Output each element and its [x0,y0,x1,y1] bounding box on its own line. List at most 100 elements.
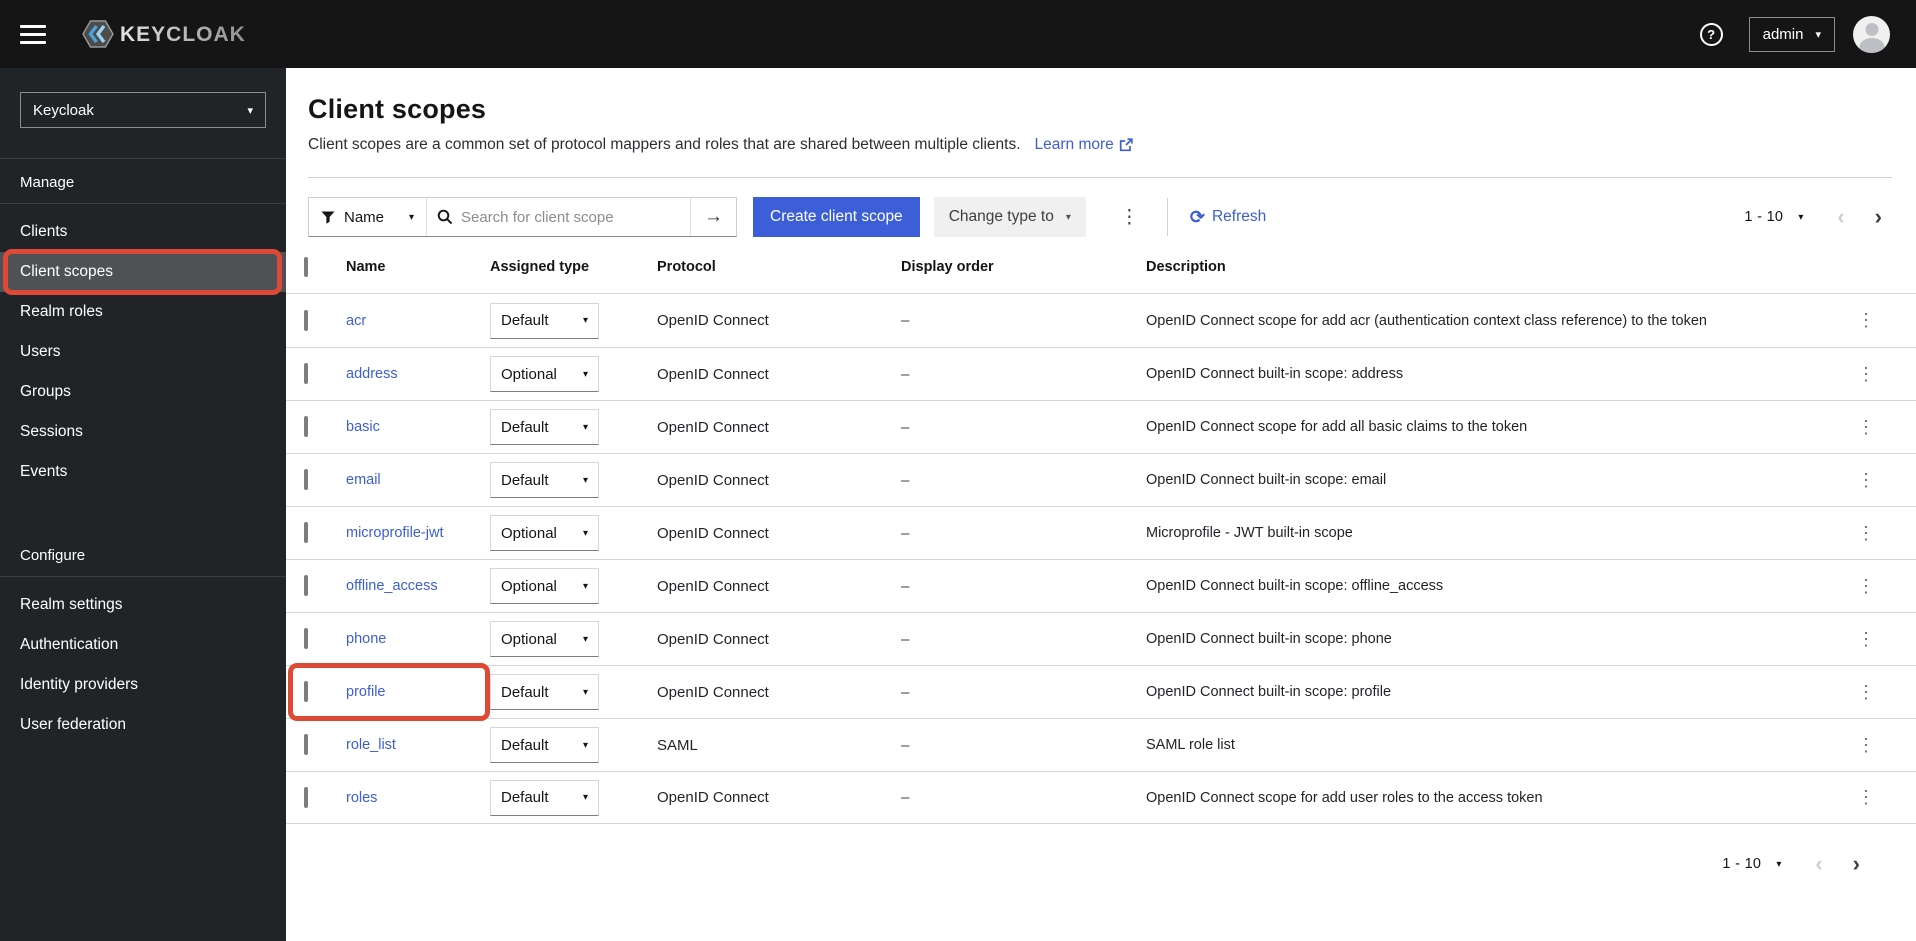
row-kebab-button[interactable]: ⋮ [1849,310,1883,331]
assigned-type-select[interactable]: Default ▾ [490,462,599,498]
sidebar-item-authentication[interactable]: Authentication [0,625,286,665]
row-checkbox[interactable] [304,309,308,331]
chevron-down-icon: ▾ [582,527,588,539]
scope-name-link[interactable]: roles [346,790,377,806]
column-header-protocol: Protocol [657,259,716,275]
row-checkbox[interactable] [304,416,308,437]
row-checkbox[interactable] [304,681,308,702]
assigned-type-select[interactable]: Optional ▾ [490,621,599,657]
avatar[interactable] [1853,15,1890,53]
sidebar: Keycloak ▾ Manage Clients Client scopes … [0,68,286,941]
scope-name-link[interactable]: email [346,472,381,488]
display-order-cell: – [901,365,910,383]
sidebar-item-groups[interactable]: Groups [0,372,286,412]
sidebar-item-clients[interactable]: Clients [0,212,286,252]
search-submit-button[interactable]: → [690,198,736,236]
row-checkbox[interactable] [304,522,308,543]
row-checkbox[interactable] [304,786,308,808]
sidebar-item-realm-roles[interactable]: Realm roles [0,292,286,332]
refresh-button[interactable]: ⟳ Refresh [1190,208,1266,226]
protocol-cell: OpenID Connect [657,577,769,595]
table-row: email Default ▾ OpenID Connect – OpenID C… [286,453,1916,506]
protocol-cell: OpenID Connect [657,630,769,648]
assigned-type-select[interactable]: Default ▾ [490,409,599,445]
assigned-type-select[interactable]: Default ▾ [490,779,599,816]
assigned-type-select[interactable]: Optional ▾ [490,515,599,551]
row-checkbox[interactable] [304,363,308,384]
protocol-cell: OpenID Connect [657,312,769,329]
display-order-cell: – [901,471,910,489]
pagination-next-button[interactable]: › [1849,853,1864,875]
protocol-cell: SAML [657,736,698,754]
row-checkbox[interactable] [304,575,308,596]
filter-type-dropdown[interactable]: Name ▾ [309,198,427,236]
scope-name-link[interactable]: role_list [346,737,396,753]
user-menu-dropdown[interactable]: admin ▾ [1748,16,1835,52]
section-label-manage: Manage [0,159,286,204]
toolbar-kebab-button[interactable]: ⋮ [1114,206,1145,229]
column-header-name: Name [346,259,386,275]
column-header-display-order: Display order [901,259,994,275]
user-name: admin [1762,25,1804,43]
assigned-type-select[interactable]: Default ▾ [490,674,599,710]
pagination-options-toggle[interactable]: ▾ [1798,212,1803,223]
realm-name: Keycloak [33,101,94,119]
create-client-scope-button[interactable]: Create client scope [753,197,920,237]
search-icon [437,209,453,225]
sidebar-item-user-federation[interactable]: User federation [0,705,286,745]
sidebar-item-users[interactable]: Users [0,332,286,372]
search-input[interactable] [461,208,680,226]
row-kebab-button[interactable]: ⋮ [1849,629,1883,650]
nav-toggle-hamburger-icon[interactable] [20,24,46,44]
chevron-down-icon: ▾ [1815,28,1821,41]
pagination-next-button[interactable]: › [1871,206,1886,228]
change-type-dropdown[interactable]: Change type to ▾ [933,197,1086,237]
scope-name-link[interactable]: basic [346,419,380,435]
row-kebab-button[interactable]: ⋮ [1849,787,1883,808]
pagination-prev-button[interactable]: ‹ [1811,853,1826,875]
keycloak-logo: KEYCLOAK [74,14,252,54]
table-row-profile-highlighted: profile Default ▾ OpenID Connect – OpenID… [286,663,1916,721]
learn-more-link[interactable]: Learn more [1035,136,1133,154]
assigned-type-select[interactable]: Default ▾ [490,302,599,339]
sidebar-item-sessions[interactable]: Sessions [0,412,286,452]
chevron-down-icon: ▾ [1065,211,1071,223]
chevron-down-icon: ▾ [582,315,588,326]
row-kebab-button[interactable]: ⋮ [1849,576,1883,597]
assigned-type-select[interactable]: Optional ▾ [490,568,599,604]
assigned-type-select[interactable]: Default ▾ [490,727,599,763]
sidebar-item-client-scopes[interactable]: Client scopes [0,249,286,295]
external-link-icon [1119,138,1133,152]
row-checkbox[interactable] [304,734,308,755]
scope-name-link[interactable]: microprofile-jwt [346,525,444,541]
pagination-prev-button[interactable]: ‹ [1833,206,1848,228]
assigned-type-select[interactable]: Optional ▾ [490,356,599,392]
row-kebab-button[interactable]: ⋮ [1849,417,1883,438]
row-kebab-button[interactable]: ⋮ [1849,523,1883,544]
chevron-down-icon: ▾ [582,421,588,433]
realm-selector[interactable]: Keycloak ▾ [20,92,266,128]
pagination-options-toggle[interactable]: ▾ [1776,859,1781,870]
scope-name-link[interactable]: offline_access [346,578,438,594]
scope-name-link[interactable]: address [346,366,398,382]
filter-funnel-icon [321,211,335,224]
description-cell: OpenID Connect built-in scope: profile [1146,684,1392,700]
scope-name-link[interactable]: phone [346,631,386,647]
protocol-cell: OpenID Connect [657,365,769,383]
sidebar-item-events[interactable]: Events [0,452,286,492]
sidebar-item-realm-settings[interactable]: Realm settings [0,585,286,625]
row-kebab-button[interactable]: ⋮ [1849,364,1883,385]
table-row: address Optional ▾ OpenID Connect – OpenI… [286,347,1916,400]
sidebar-item-identity-providers[interactable]: Identity providers [0,665,286,705]
row-kebab-button[interactable]: ⋮ [1849,470,1883,491]
row-kebab-button[interactable]: ⋮ [1849,735,1883,756]
row-checkbox[interactable] [304,628,308,649]
scope-name-link[interactable]: profile [346,684,386,700]
help-icon[interactable]: ? [1699,22,1723,46]
chevron-down-icon: ▾ [582,633,588,645]
row-checkbox[interactable] [304,469,308,490]
scope-name-link[interactable]: acr [346,313,366,329]
select-all-checkbox[interactable] [304,257,308,277]
protocol-cell: OpenID Connect [657,471,769,489]
row-kebab-button[interactable]: ⋮ [1849,682,1883,703]
